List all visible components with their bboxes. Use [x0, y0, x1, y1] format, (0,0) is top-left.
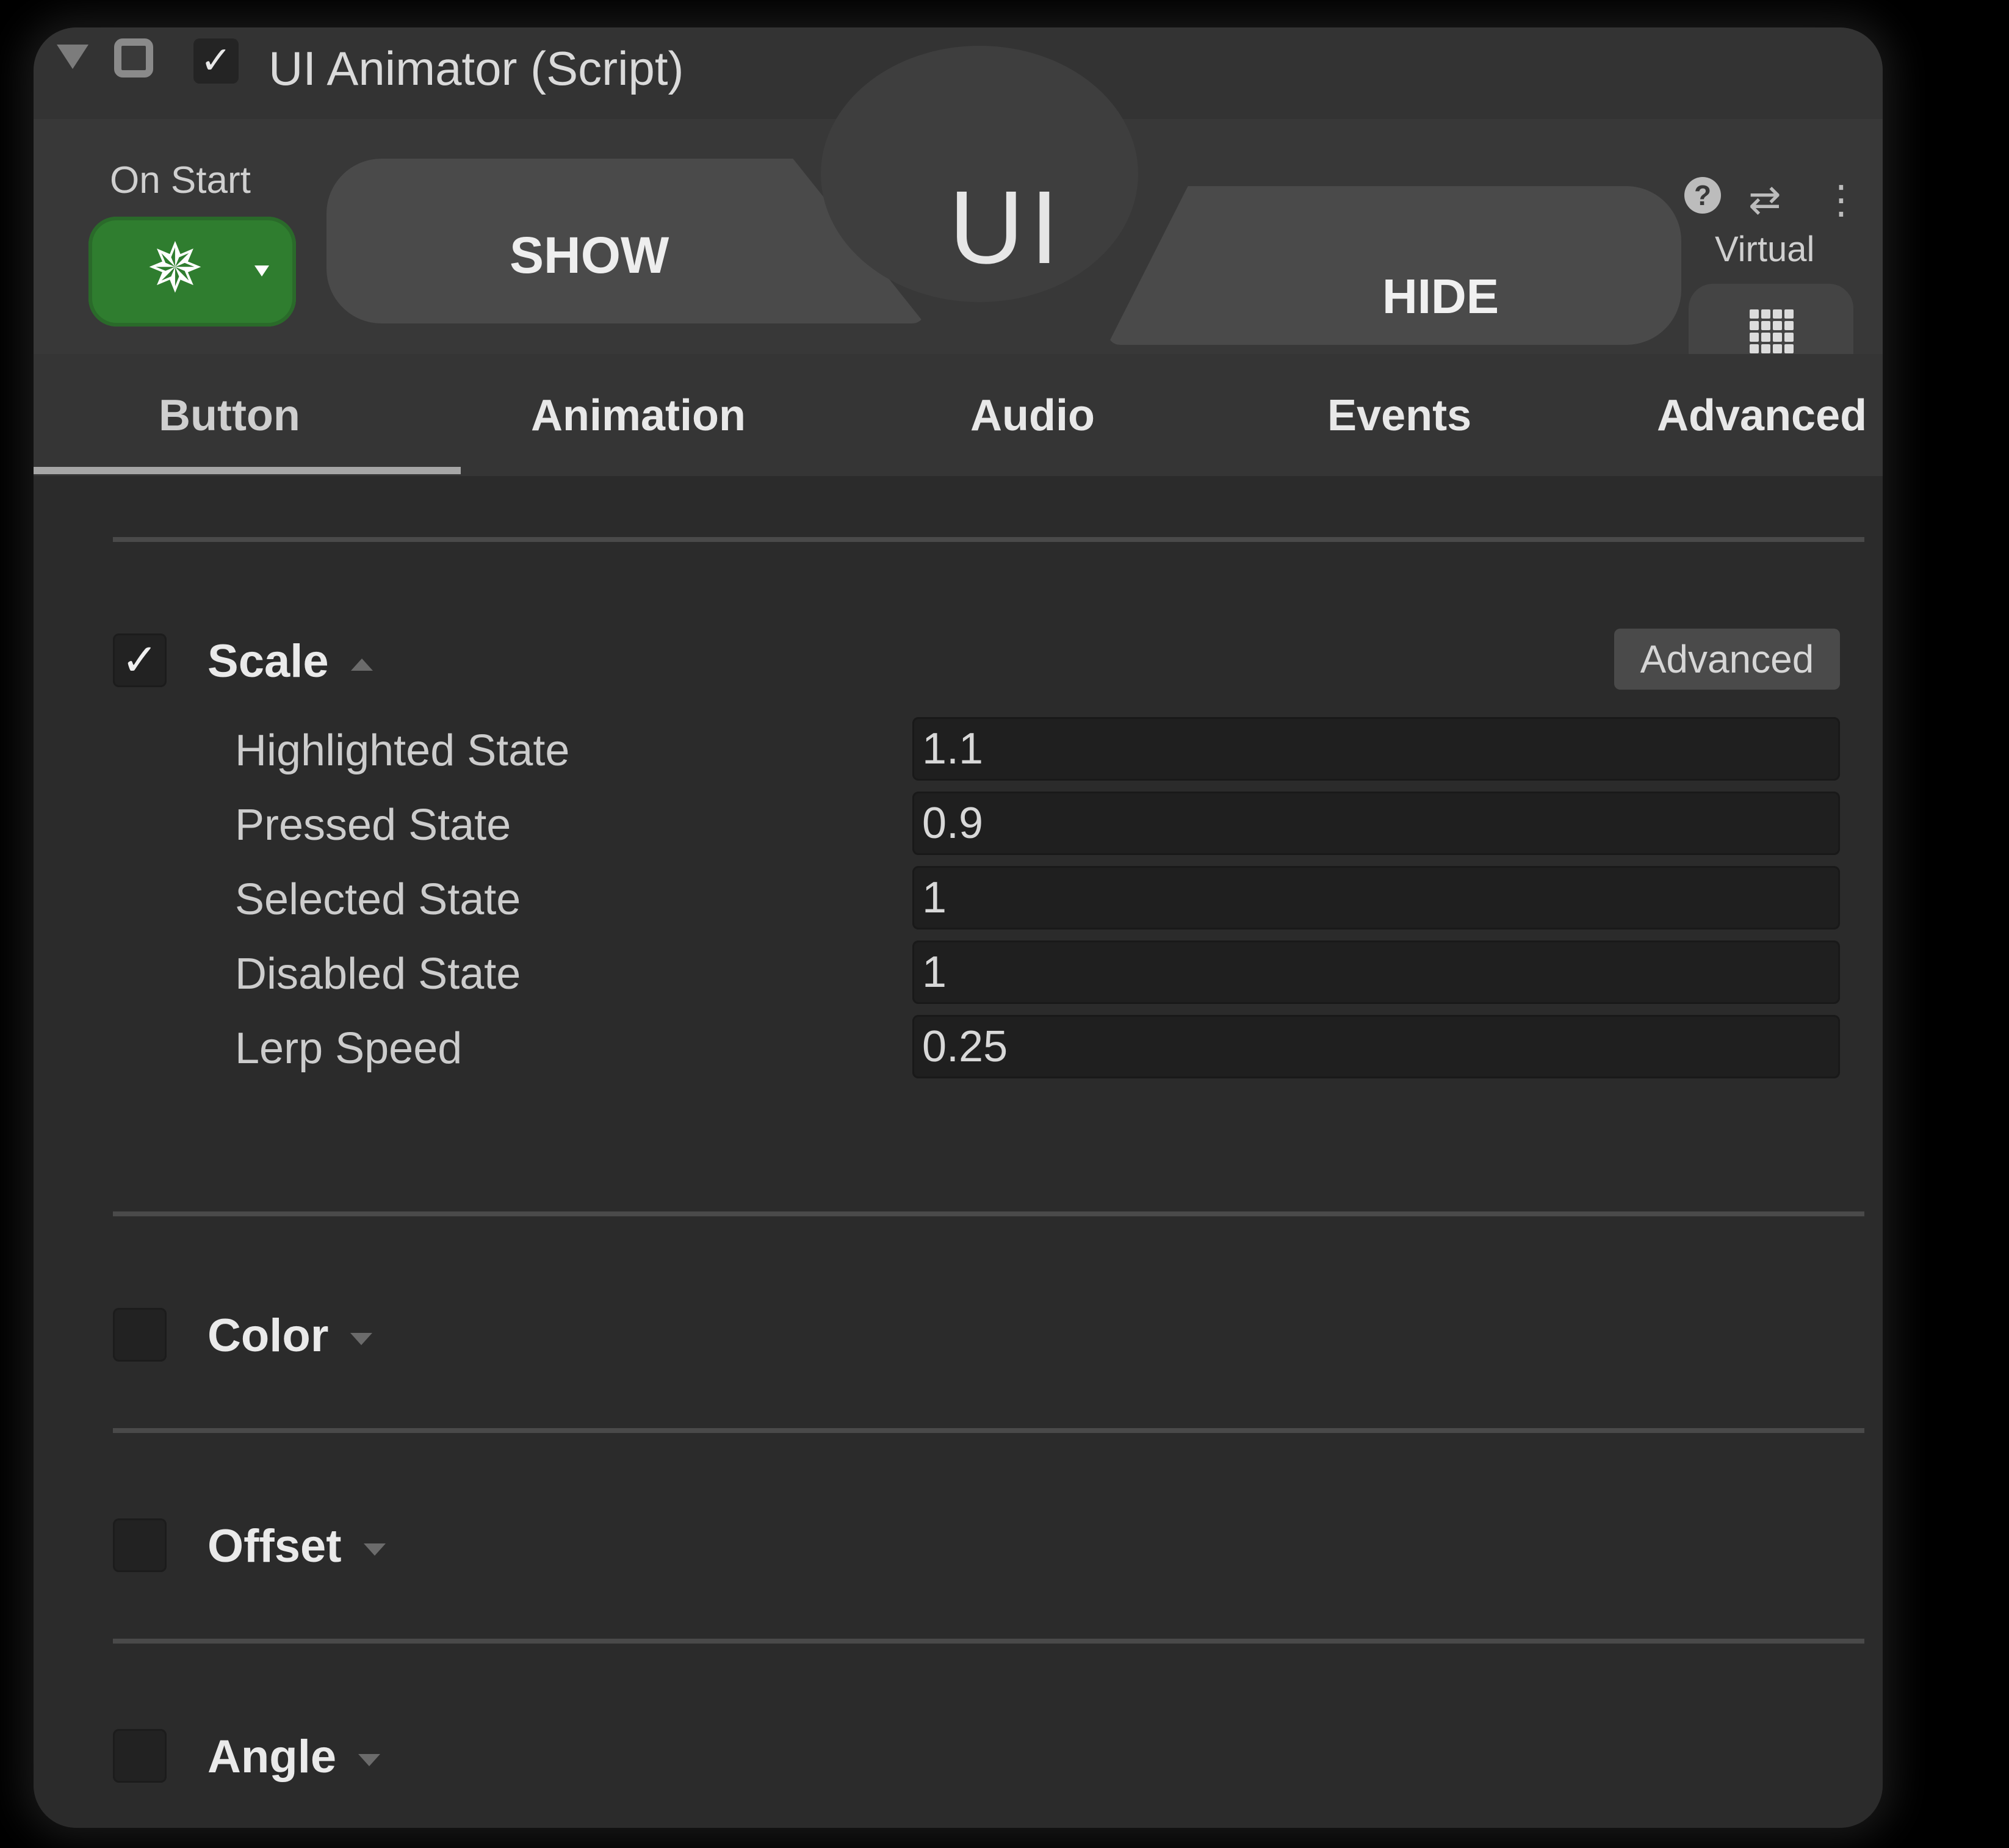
selected-state-label: Selected State — [235, 875, 521, 924]
offset-label: Offset — [207, 1520, 342, 1572]
pressed-state-field[interactable] — [912, 792, 1840, 855]
ui-badge-label: UI — [949, 170, 1065, 286]
angle-section-title[interactable]: Angle — [207, 1730, 381, 1783]
tab-advanced[interactable]: Advanced — [1657, 391, 1867, 441]
offset-section-title[interactable]: Offset — [207, 1520, 386, 1573]
color-section-title[interactable]: Color — [207, 1309, 373, 1362]
ui-animator-inspector: ✓ UI Animator (Script) On Start ✵ SHOW U… — [34, 27, 1883, 1828]
highlighted-state-row: Highlighted State — [235, 717, 1840, 784]
section-divider — [113, 1211, 1864, 1216]
script-icon — [114, 38, 153, 78]
scale-section-header: ✓ Scale Advanced — [113, 623, 1864, 690]
component-enabled-checkbox[interactable]: ✓ — [193, 38, 239, 84]
expand-caret-icon — [350, 1332, 373, 1345]
scale-section-title[interactable]: Scale — [207, 635, 373, 688]
tab-bar: Button Animation Audio Events Advanced — [34, 354, 1883, 476]
tab-events[interactable]: Events — [1327, 391, 1471, 441]
hide-button-label: HIDE — [1382, 269, 1499, 323]
scale-checkbox[interactable]: ✓ — [113, 633, 167, 687]
scale-advanced-button[interactable]: Advanced — [1614, 629, 1840, 690]
help-icon[interactable]: ? — [1684, 177, 1721, 214]
show-button-label: SHOW — [510, 226, 669, 284]
scale-label: Scale — [207, 635, 329, 687]
on-start-button[interactable]: ✵ — [88, 217, 296, 327]
grid-icon — [1750, 309, 1794, 353]
lerp-speed-row: Lerp Speed — [235, 1015, 1840, 1082]
angle-checkbox[interactable] — [113, 1729, 167, 1783]
disabled-state-label: Disabled State — [235, 950, 521, 998]
pressed-state-row: Pressed State — [235, 792, 1840, 859]
button-tab-content: ✓ Scale Advanced Highlighted State Press… — [34, 476, 1883, 1828]
selected-state-field[interactable] — [912, 866, 1840, 929]
selected-state-row: Selected State — [235, 866, 1840, 933]
highlighted-state-label: Highlighted State — [235, 726, 570, 775]
dropdown-caret-icon — [254, 265, 269, 276]
offset-section-header: Offset — [113, 1507, 1864, 1575]
disabled-state-field[interactable] — [912, 940, 1840, 1004]
section-divider — [113, 1428, 1864, 1433]
presets-icon[interactable]: ⇄ — [1748, 177, 1781, 223]
tab-animation[interactable]: Animation — [531, 391, 746, 441]
section-divider — [113, 537, 1864, 542]
tab-button[interactable]: Button — [159, 391, 300, 441]
foldout-arrow-icon[interactable] — [57, 45, 88, 69]
highlighted-state-field[interactable] — [912, 717, 1840, 781]
virtual-label: Virtual — [1715, 229, 1815, 269]
expand-caret-icon — [363, 1543, 386, 1556]
offset-checkbox[interactable] — [113, 1518, 167, 1572]
angle-label: Angle — [207, 1731, 337, 1783]
tab-audio[interactable]: Audio — [970, 391, 1095, 441]
component-title: UI Animator (Script) — [269, 42, 684, 95]
star-burst-icon: ✵ — [146, 230, 204, 306]
disabled-state-row: Disabled State — [235, 940, 1840, 1008]
expand-caret-icon — [358, 1753, 381, 1766]
section-divider — [113, 1639, 1864, 1644]
animator-header: On Start ✵ SHOW UI HIDE ? ⇄ ⋮ Virtual — [34, 46, 1883, 381]
active-tab-indicator — [34, 467, 461, 474]
lerp-speed-field[interactable] — [912, 1015, 1840, 1078]
collapse-caret-icon — [350, 658, 373, 671]
on-start-label: On Start — [110, 159, 251, 201]
color-label: Color — [207, 1310, 329, 1362]
lerp-speed-label: Lerp Speed — [235, 1024, 463, 1073]
angle-section-header: Angle — [113, 1718, 1864, 1785]
color-section-header: Color — [113, 1297, 1864, 1364]
more-options-icon[interactable]: ⋮ — [1822, 177, 1861, 223]
pressed-state-label: Pressed State — [235, 801, 511, 850]
color-checkbox[interactable] — [113, 1308, 167, 1362]
